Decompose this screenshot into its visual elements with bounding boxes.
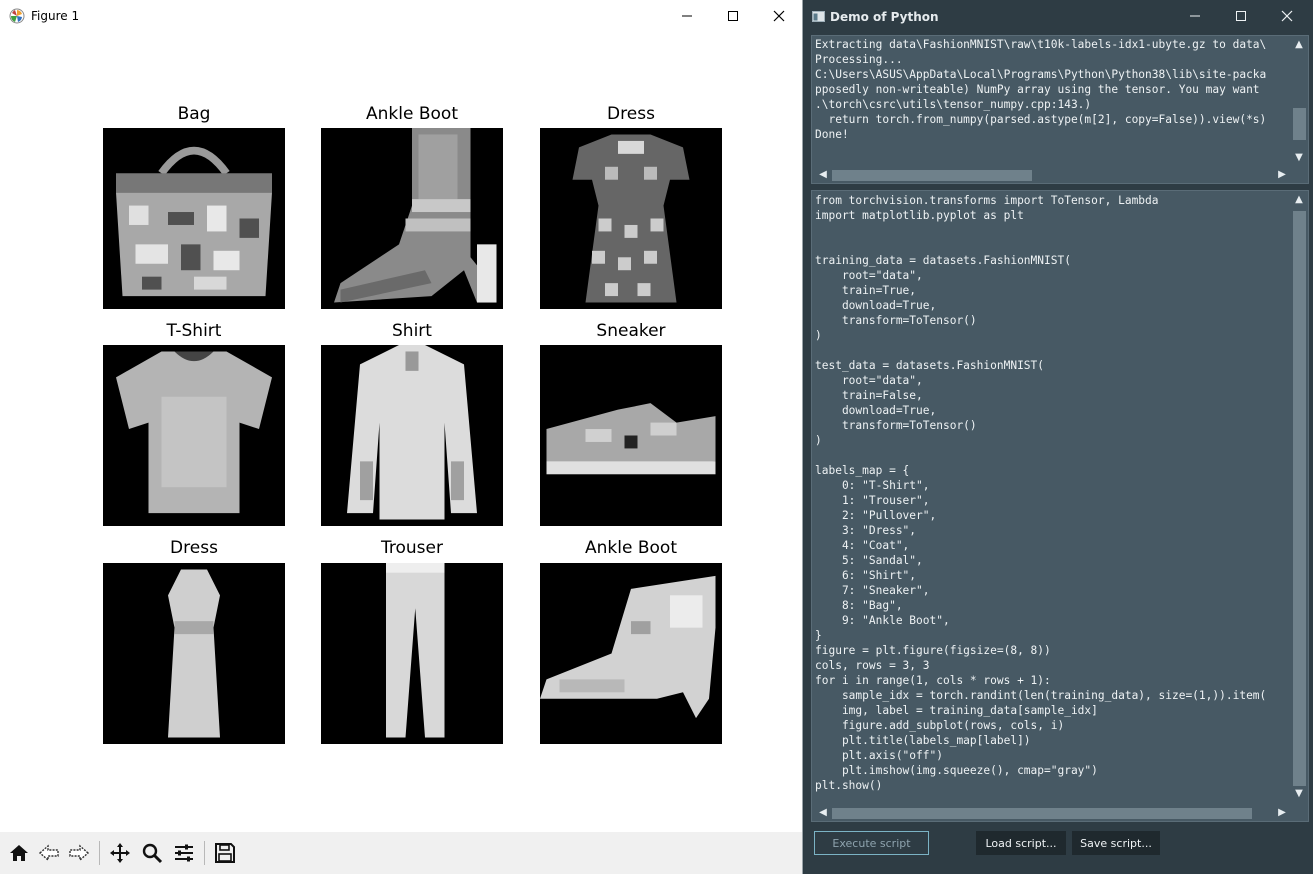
scroll-right-arrow-icon[interactable]: ▶: [1274, 805, 1290, 821]
pan-button[interactable]: [106, 839, 134, 867]
figure-toolbar: [0, 832, 802, 874]
back-arrow-icon: [38, 844, 59, 862]
subplot-image-bag: [103, 128, 285, 309]
script-editor[interactable]: from torchvision.transforms import ToTen…: [811, 190, 1309, 822]
subplot-title: Ankle Boot: [585, 538, 677, 558]
subplot-title: Sneaker: [596, 321, 666, 341]
close-button[interactable]: [756, 0, 802, 32]
zoom-button[interactable]: [138, 839, 166, 867]
figure-window-title: Figure 1: [31, 9, 80, 23]
scrollbar-thumb[interactable]: [1293, 211, 1306, 786]
configure-subplots-button[interactable]: [170, 839, 198, 867]
python-window-title: Demo of Python: [830, 10, 939, 24]
pan-icon: [110, 843, 130, 863]
maximize-icon: [1236, 11, 1246, 21]
load-script-button[interactable]: Load script...: [976, 831, 1066, 855]
scroll-up-arrow-icon[interactable]: ▲: [1291, 192, 1307, 208]
toolbar-separator: [204, 841, 205, 865]
forward-arrow-icon: [69, 844, 90, 862]
subplot-image-t-shirt: [103, 345, 285, 526]
editor-horizontal-scrollbar[interactable]: ◀ ▶: [812, 805, 1308, 821]
figure-titlebar[interactable]: Figure 1: [0, 0, 802, 32]
subplot-image-ankle-boot: [540, 563, 722, 744]
scroll-left-arrow-icon[interactable]: ◀: [815, 167, 831, 183]
scrollbar-thumb[interactable]: [1293, 108, 1306, 140]
back-button[interactable]: [35, 839, 63, 867]
home-button[interactable]: [5, 839, 33, 867]
py-minimize-button[interactable]: [1172, 0, 1218, 32]
output-text: Extracting data\FashionMNIST\raw\t10k-la…: [815, 38, 1267, 141]
python-window-titlebar[interactable]: Demo of Python: [804, 0, 1313, 34]
subplot-title: Dress: [170, 538, 218, 558]
output-horizontal-scrollbar[interactable]: ◀ ▶: [812, 167, 1308, 183]
scroll-down-arrow-icon[interactable]: ▼: [1291, 786, 1307, 802]
subplot-title: Ankle Boot: [366, 104, 458, 124]
minimize-icon: [682, 15, 692, 17]
editor-vertical-scrollbar[interactable]: ▲ ▼: [1291, 191, 1308, 803]
subplot-title: T-Shirt: [166, 321, 222, 341]
toolbar-separator: [99, 841, 100, 865]
maximize-icon: [728, 11, 738, 21]
scroll-up-arrow-icon[interactable]: ▲: [1291, 37, 1307, 53]
subplot-title: Bag: [177, 104, 211, 124]
maximize-button[interactable]: [710, 0, 756, 32]
script-code-text[interactable]: from torchvision.transforms import ToTen…: [815, 193, 1285, 793]
window-app-icon: [812, 11, 825, 22]
minimize-icon: [1190, 15, 1200, 17]
zoom-icon: [142, 843, 163, 864]
subplot-title: Shirt: [392, 321, 432, 341]
scroll-right-arrow-icon[interactable]: ▶: [1274, 167, 1290, 183]
scrollbar-thumb[interactable]: [832, 170, 1032, 181]
subplot-title: Dress: [607, 104, 655, 124]
close-icon: [773, 10, 785, 22]
minimize-button[interactable]: [664, 0, 710, 32]
scroll-down-arrow-icon[interactable]: ▼: [1291, 150, 1307, 166]
scroll-left-arrow-icon[interactable]: ◀: [815, 805, 831, 821]
subplot-image-sneaker: [540, 345, 722, 526]
matplotlib-logo-icon: [9, 8, 25, 24]
subplot-title: Trouser: [381, 538, 443, 558]
configure-subplots-icon: [175, 844, 193, 862]
subplot-image-ankle-boot: [321, 128, 503, 309]
forward-button[interactable]: [65, 839, 93, 867]
subplot-image-shirt: [321, 345, 503, 526]
save-figure-button[interactable]: [211, 839, 239, 867]
scrollbar-thumb[interactable]: [832, 808, 1252, 819]
py-maximize-button[interactable]: [1218, 0, 1264, 32]
output-console[interactable]: Extracting data\FashionMNIST\raw\t10k-la…: [811, 35, 1309, 184]
subplot-image-dress: [103, 563, 285, 744]
py-close-button[interactable]: [1264, 0, 1310, 32]
subplot-image-trouser: [321, 563, 503, 744]
subplot-image-dress: [540, 128, 722, 309]
python-demo-window: Demo of Python Extracting data\FashionMN…: [804, 0, 1313, 874]
figure-window: Figure 1 Bag Ankle Boot Dress T-Shirt Sh…: [0, 0, 803, 874]
save-script-button[interactable]: Save script...: [1072, 831, 1160, 855]
close-icon: [1281, 10, 1293, 22]
save-icon: [215, 843, 235, 863]
execute-script-button[interactable]: Execute script: [814, 831, 929, 855]
output-vertical-scrollbar[interactable]: ▲ ▼: [1291, 36, 1308, 167]
home-icon: [10, 845, 28, 861]
